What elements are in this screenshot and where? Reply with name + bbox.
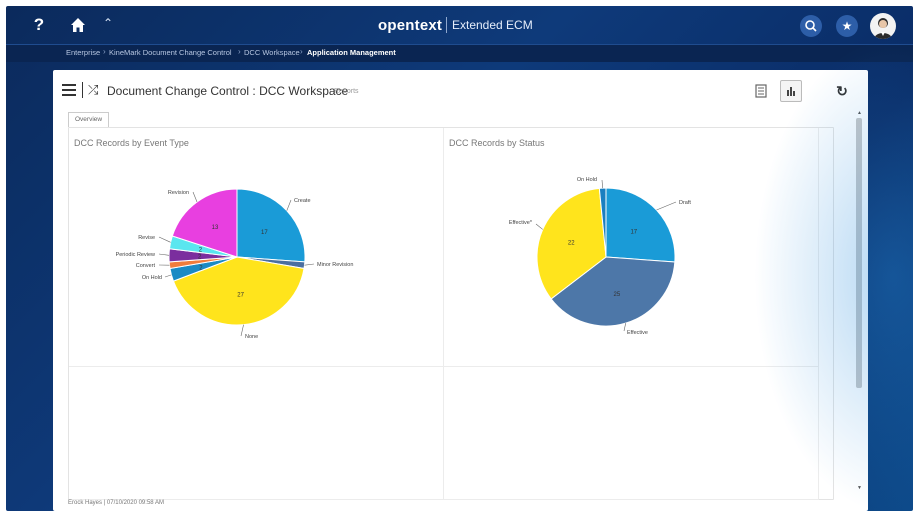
workflow-shuffle-icon: ⤮ [88,82,99,97]
vertical-scrollbar[interactable]: ▲ ▼ [855,110,864,491]
breadcrumb-separator: › [300,47,303,56]
pie-leader-line [240,324,244,337]
page-title: Document Change Control : DCC Workspace [107,84,349,98]
pie-value-label: 27 [237,293,244,299]
scroll-down-icon[interactable]: ▼ [855,485,864,491]
pie-category-label: On Hold [577,177,597,183]
breadcrumb-separator: › [238,47,241,56]
page-subtitle: Reports [334,88,359,95]
pie-value-label: 17 [261,230,268,236]
pie-category-label: Effective* [509,220,533,226]
help-icon[interactable]: ? [28,14,50,36]
pie-leader-line [623,323,627,332]
tab-overview[interactable]: Overview [68,112,110,127]
pie-value-label: 22 [568,240,575,246]
chevron-up-icon[interactable]: ⌃ [103,16,113,30]
pie-category-label: Create [294,198,311,204]
pie-slice-status-draft[interactable] [605,187,676,263]
scroll-up-icon[interactable]: ▲ [855,110,864,116]
breadcrumb-item-current: Application Management [307,48,396,57]
pie-category-label: Draft [679,200,691,206]
empty-tile [69,367,444,500]
pie-category-label: Convert [136,263,156,269]
pie-category-label: Revision [168,190,189,196]
dashboard-grid: DCC Records by Event Type 17 Create Minor … [68,127,834,500]
chart-tile-event-type: DCC Records by Event Type 17 Create Minor … [69,128,444,367]
pie-value-label: 13 [212,225,219,231]
pie-value-label: 25 [614,292,621,298]
brand-logo: opentext [378,17,443,34]
pie-leader-line [164,274,172,278]
home-icon[interactable] [68,15,88,35]
pie-leader-line [158,253,170,256]
pie-chart-status: 17 Draft 25 Effective 22 Effective* On Hold [509,177,692,336]
pie-category-label: Revise [138,235,155,241]
pie-leader-line [158,236,171,243]
empty-tile [444,367,819,500]
app-frame: ? ⌃ opentext Extended ECM ★ Enterprise ›… [6,6,913,511]
pie-leader-line [286,199,292,211]
breadcrumb-item-enterprise[interactable]: Enterprise [66,48,100,57]
breadcrumb-separator: › [103,47,106,56]
breadcrumb-item-dcc[interactable]: KineMark Document Change Control [109,48,232,57]
reports-panel: ⤮ Document Change Control : DCC Workspac… [53,70,868,511]
pie-leader-line [304,263,315,266]
scrollbar-thumb[interactable] [856,118,862,388]
pie-chart-event-type: 17CreateMinor Revision27None2On HoldConv… [116,188,353,340]
footer-status: Erock Hayes | 07/10/2020 09:58 AM [68,500,164,506]
pie-value-label: 17 [630,230,637,236]
chart-view-icon[interactable] [780,80,802,102]
pie-leader-line [192,191,198,203]
pie-category-label: On Hold [142,275,162,281]
menu-icon[interactable] [62,84,76,96]
list-view-icon[interactable] [750,80,772,102]
header-divider [82,82,83,98]
pie-leader-line [535,223,543,230]
brand-divider [446,17,447,33]
favorites-star-icon[interactable]: ★ [836,15,858,37]
pie-leader-line [656,201,677,211]
product-name: Extended ECM [452,18,533,32]
pie-category-label: Periodic Review [116,252,155,258]
refresh-icon[interactable]: ↻ [831,80,853,102]
pie-leader-line [601,179,603,189]
pie-category-label: None [245,334,258,340]
breadcrumb: Enterprise › KineMark Document Change Co… [6,44,913,62]
breadcrumb-item-workspace[interactable]: DCC Workspace [244,48,300,57]
pie-category-label: Effective [627,330,648,336]
top-bar: ? ⌃ opentext Extended ECM ★ [6,6,913,44]
chart-tile-status: DCC Records by Status 17 Draft 25 Effective… [444,128,819,367]
pie-category-label: Minor Revision [317,262,353,268]
search-icon[interactable] [800,15,822,37]
user-avatar[interactable] [870,13,896,39]
